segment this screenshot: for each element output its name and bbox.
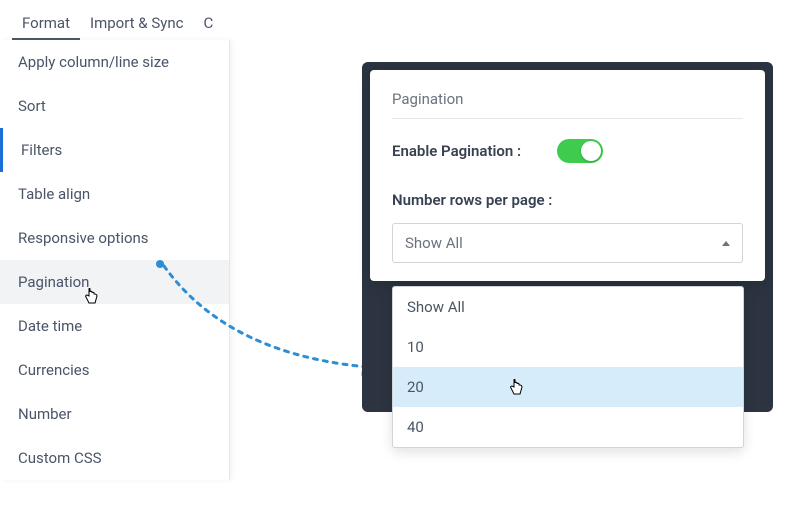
menu-pagination[interactable]: Pagination xyxy=(0,260,229,304)
toggle-knob xyxy=(581,141,601,161)
dropdown-option-40[interactable]: 40 xyxy=(393,407,743,447)
dropdown-option-show-all[interactable]: Show All xyxy=(393,287,743,327)
menu-filters[interactable]: Filters xyxy=(0,128,229,172)
panel-title: Pagination xyxy=(392,90,743,108)
enable-pagination-toggle[interactable] xyxy=(557,139,603,163)
panel-divider xyxy=(392,118,743,119)
tabs-bar: Format Import & Sync C xyxy=(0,0,800,40)
menu-number[interactable]: Number xyxy=(0,392,229,436)
menu-sort[interactable]: Sort xyxy=(0,84,229,128)
tab-format[interactable]: Format xyxy=(12,8,80,40)
rows-per-page-label: Number rows per page : xyxy=(392,191,743,209)
format-menu: Apply column/line size Sort Filters Tabl… xyxy=(0,40,230,480)
enable-pagination-row: Enable Pagination : xyxy=(392,139,743,163)
dropdown-option-20[interactable]: 20 xyxy=(393,367,743,407)
pagination-panel-wrap: Pagination Enable Pagination : Number ro… xyxy=(370,70,765,281)
cursor-pointer-icon xyxy=(508,379,524,401)
chevron-up-icon xyxy=(722,241,730,246)
tab-import-sync[interactable]: Import & Sync xyxy=(80,8,193,40)
menu-table-align[interactable]: Table align xyxy=(0,172,229,216)
dropdown-option-10[interactable]: 10 xyxy=(393,327,743,367)
menu-custom-css[interactable]: Custom CSS xyxy=(0,436,229,480)
select-value: Show All xyxy=(405,234,463,252)
rows-per-page-select[interactable]: Show All xyxy=(392,223,743,263)
menu-date-time[interactable]: Date time xyxy=(0,304,229,348)
enable-pagination-label: Enable Pagination : xyxy=(392,142,521,160)
rows-per-page-dropdown: Show All 10 20 40 xyxy=(392,286,744,448)
menu-item-label: Pagination xyxy=(18,273,89,291)
menu-apply-column-size[interactable]: Apply column/line size xyxy=(0,40,229,84)
menu-currencies[interactable]: Currencies xyxy=(0,348,229,392)
menu-responsive-options[interactable]: Responsive options xyxy=(0,216,229,260)
tab-other[interactable]: C xyxy=(193,8,223,40)
pagination-panel: Pagination Enable Pagination : Number ro… xyxy=(370,70,765,281)
dropdown-option-label: 20 xyxy=(407,378,424,396)
